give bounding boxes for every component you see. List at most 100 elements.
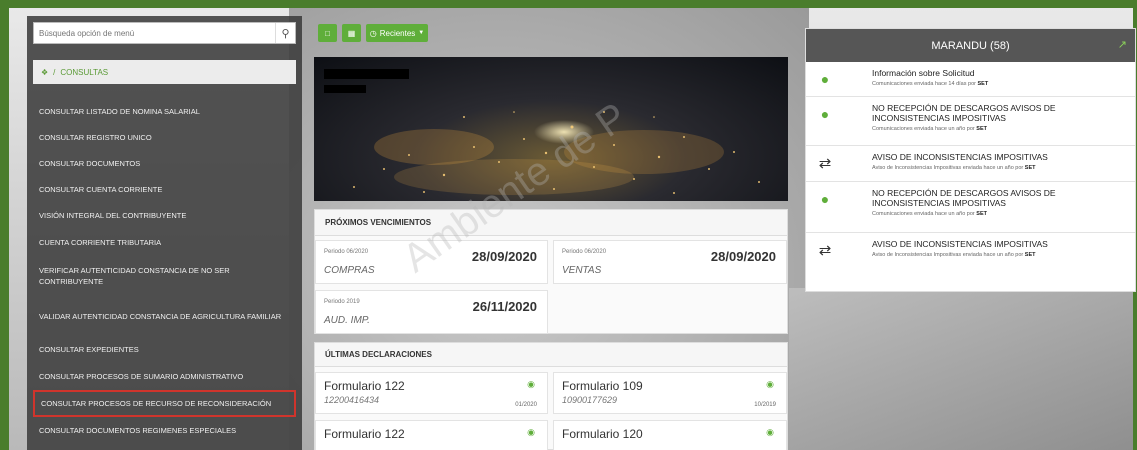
notification-title: AVISO DE INCONSISTENCIAS IMPOSITIVAS xyxy=(872,239,1048,249)
sidebar-item-label: VALIDAR AUTENTICIDAD CONSTANCIA DE AGRIC… xyxy=(39,311,282,321)
external-link-icon[interactable]: ↗ xyxy=(1118,38,1127,51)
vencimiento-period: Periodo 2019 xyxy=(324,299,360,305)
notification-sub: Aviso de Inconsistencias Impositivas env… xyxy=(872,249,1129,264)
notification-item[interactable]: ● NO RECEPCIÓN DE DESCARGOS AVISOS DE IN… xyxy=(806,97,1135,146)
shuffle-icon: ⇄ xyxy=(818,242,832,259)
eye-icon[interactable]: ◉ xyxy=(766,427,774,438)
comment-icon: ● xyxy=(820,71,830,87)
search-icon[interactable]: ⚲ xyxy=(275,23,295,43)
declaraciones-panel: ÚLTIMAS DECLARACIONES Formulario 122 ◉ 1… xyxy=(314,342,788,450)
clock-icon: ◷ xyxy=(369,28,377,38)
recientes-label: Recientes xyxy=(379,28,416,38)
sidebar-item-label: CONSULTAR CUENTA CORRIENTE xyxy=(39,184,163,194)
sidebar-item-cuenta-tributaria[interactable]: CUENTA CORRIENTE TRIBUTARIA xyxy=(33,229,296,256)
file-icon[interactable]: □ xyxy=(318,24,337,42)
declaracion-period: 01/2020 xyxy=(515,402,537,408)
calculator-icon[interactable]: ▦ xyxy=(342,24,361,42)
home-icon[interactable]: ❖ xyxy=(41,68,48,77)
vencimiento-date: 28/09/2020 xyxy=(710,249,776,264)
marandu-header: MARANDU (58) ↗ xyxy=(806,29,1135,62)
shuffle-icon: ⇄ xyxy=(818,155,832,172)
caret-down-icon: ▼ xyxy=(418,30,425,36)
declaracion-form: Formulario 122 xyxy=(324,379,405,393)
notification-meta: Aviso de Inconsistencias Impositivas env… xyxy=(872,165,1024,171)
sidebar-item-expedientes[interactable]: CONSULTAR EXPEDIENTES xyxy=(33,336,296,363)
marandu-title: MARANDU (58) xyxy=(931,39,1010,52)
menu-search: ⚲ xyxy=(33,22,296,44)
vencimiento-card[interactable]: Periodo 2019 26/11/2020 AUD. IMP. xyxy=(315,290,548,334)
sidebar-menu: CONSULTAR LISTADO DE NOMINA SALARIAL CON… xyxy=(33,98,296,444)
sidebar-item-label: VERIFICAR AUTENTICIDAD CONSTANCIA DE NO … xyxy=(39,266,230,286)
toolbar: □ ▦ ◷ Recientes ▼ xyxy=(318,24,428,42)
vencimiento-period: Periodo 06/2020 xyxy=(562,249,607,255)
notification-sender: SET xyxy=(977,81,989,87)
sidebar-item-vision-integral[interactable]: VISIÓN INTEGRAL DEL CONTRIBUYENTE xyxy=(33,202,296,229)
redacted-bar xyxy=(324,85,366,93)
notification-item[interactable]: ● Información sobre Solicitud Comunicaci… xyxy=(806,62,1135,97)
declaraciones-title: ÚLTIMAS DECLARACIONES xyxy=(315,343,787,367)
sidebar-item-agricultura-familiar[interactable]: VALIDAR AUTENTICIDAD CONSTANCIA DE AGRIC… xyxy=(33,296,296,336)
sidebar-item-label: CONSULTAR DOCUMENTOS xyxy=(39,158,141,168)
breadcrumb-label[interactable]: CONSULTAS xyxy=(60,68,108,77)
sidebar-item-registro-unico[interactable]: CONSULTAR REGISTRO UNICO xyxy=(33,124,296,150)
notification-meta: Comunicaciones enviada hace un año por xyxy=(872,126,975,132)
notification-sender: SET xyxy=(1024,252,1036,258)
sidebar-item-nomina[interactable]: CONSULTAR LISTADO DE NOMINA SALARIAL xyxy=(33,98,296,124)
notification-title: NO RECEPCIÓN DE DESCARGOS AVISOS DE INCO… xyxy=(872,188,1056,208)
sidebar-item-sumario[interactable]: CONSULTAR PROCESOS DE SUMARIO ADMINISTRA… xyxy=(33,363,296,390)
marandu-panel: MARANDU (58) ↗ ● Información sobre Solic… xyxy=(805,28,1136,292)
eye-icon[interactable]: ◉ xyxy=(766,379,774,390)
sidebar-item-label: CONSULTAR REGISTRO UNICO xyxy=(39,132,152,142)
vencimientos-title: PRÓXIMOS VENCIMIENTOS xyxy=(315,210,787,236)
notification-sender: SET xyxy=(1024,165,1036,171)
eye-icon[interactable]: ◉ xyxy=(527,379,535,390)
notification-meta: Comunicaciones enviada hace 14 días por xyxy=(872,81,976,87)
declaracion-card[interactable]: Formulario 120 ◉ xyxy=(553,420,787,450)
declaracion-form: Formulario 122 xyxy=(324,427,405,441)
menu-search-input[interactable] xyxy=(34,28,275,38)
recientes-button[interactable]: ◷ Recientes ▼ xyxy=(366,24,428,42)
sidebar-item-label: CONSULTAR DOCUMENTOS REGIMENES ESPECIALE… xyxy=(39,426,237,435)
vencimiento-card[interactable]: Periodo 06/2020 28/09/2020 COMPRAS xyxy=(315,240,548,284)
notification-meta: Comunicaciones enviada hace un año por xyxy=(872,211,975,217)
declaracion-form: Formulario 109 xyxy=(562,379,643,393)
declaracion-number: 12200416434 xyxy=(324,395,380,405)
vencimiento-type: AUD. IMP. xyxy=(324,315,370,326)
vencimiento-card[interactable]: Periodo 06/2020 28/09/2020 VENTAS xyxy=(553,240,787,284)
sidebar-item-label: CONSULTAR LISTADO DE NOMINA SALARIAL xyxy=(39,106,200,116)
declaracion-card[interactable]: Formulario 122 ◉ xyxy=(315,420,548,450)
declaracion-card[interactable]: Formulario 109 ◉ 10900177629 10/2019 xyxy=(553,372,787,414)
notification-title: NO RECEPCIÓN DE DESCARGOS AVISOS DE INCO… xyxy=(872,103,1056,123)
sidebar: ⚲ ❖ / CONSULTAS CONSULTAR LISTADO DE NOM… xyxy=(27,16,302,450)
sidebar-item-documentos[interactable]: CONSULTAR DOCUMENTOS xyxy=(33,150,296,176)
declaracion-card[interactable]: Formulario 122 ◉ 12200416434 01/2020 xyxy=(315,372,548,414)
notification-item[interactable]: ⇄ AVISO DE INCONSISTENCIAS IMPOSITIVAS A… xyxy=(806,146,1135,182)
declaracion-form: Formulario 120 xyxy=(562,427,643,441)
redacted-bar xyxy=(324,69,409,79)
sidebar-item-no-contribuyente[interactable]: VERIFICAR AUTENTICIDAD CONSTANCIA DE NO … xyxy=(33,256,296,296)
notification-sender: SET xyxy=(976,211,987,217)
eye-icon[interactable]: ◉ xyxy=(527,427,535,438)
comment-icon: ● xyxy=(820,191,830,207)
notification-item[interactable]: ● NO RECEPCIÓN DE DESCARGOS AVISOS DE IN… xyxy=(806,182,1135,233)
declaracion-number: 10900177629 xyxy=(562,395,618,405)
notification-sub: Comunicaciones enviada hace 14 días por … xyxy=(872,78,1129,93)
breadcrumb-separator: / xyxy=(53,67,56,77)
sidebar-item-reconsideracion[interactable]: CONSULTAR PROCESOS DE RECURSO DE RECONSI… xyxy=(33,390,296,417)
sidebar-item-label: CONSULTAR EXPEDIENTES xyxy=(39,345,139,354)
notification-meta: Aviso de Inconsistencias Impositivas env… xyxy=(872,252,1024,258)
notification-sub: Aviso de Inconsistencias Impositivas env… xyxy=(872,162,1129,177)
vencimiento-date: 28/09/2020 xyxy=(471,249,537,264)
declaracion-period: 10/2019 xyxy=(754,402,776,408)
sidebar-item-label: CUENTA CORRIENTE TRIBUTARIA xyxy=(39,238,162,247)
sidebar-item-regimenes[interactable]: CONSULTAR DOCUMENTOS REGIMENES ESPECIALE… xyxy=(33,417,296,444)
notification-item[interactable]: ⇄ AVISO DE INCONSISTENCIAS IMPOSITIVAS A… xyxy=(806,233,1135,269)
vencimiento-date: 26/11/2020 xyxy=(472,299,537,314)
sidebar-item-cuenta-corriente[interactable]: CONSULTAR CUENTA CORRIENTE xyxy=(33,176,296,202)
notification-sub: Comunicaciones enviada hace un año por S… xyxy=(872,123,1129,138)
vencimiento-period: Periodo 06/2020 xyxy=(324,249,369,255)
notification-sub: Comunicaciones enviada hace un año por S… xyxy=(872,208,1129,223)
sidebar-item-label: CONSULTAR PROCESOS DE RECURSO DE RECONSI… xyxy=(41,399,272,408)
vencimientos-panel: PRÓXIMOS VENCIMIENTOS Periodo 06/2020 28… xyxy=(314,209,788,334)
sidebar-item-label: VISIÓN INTEGRAL DEL CONTRIBUYENTE xyxy=(39,211,187,220)
